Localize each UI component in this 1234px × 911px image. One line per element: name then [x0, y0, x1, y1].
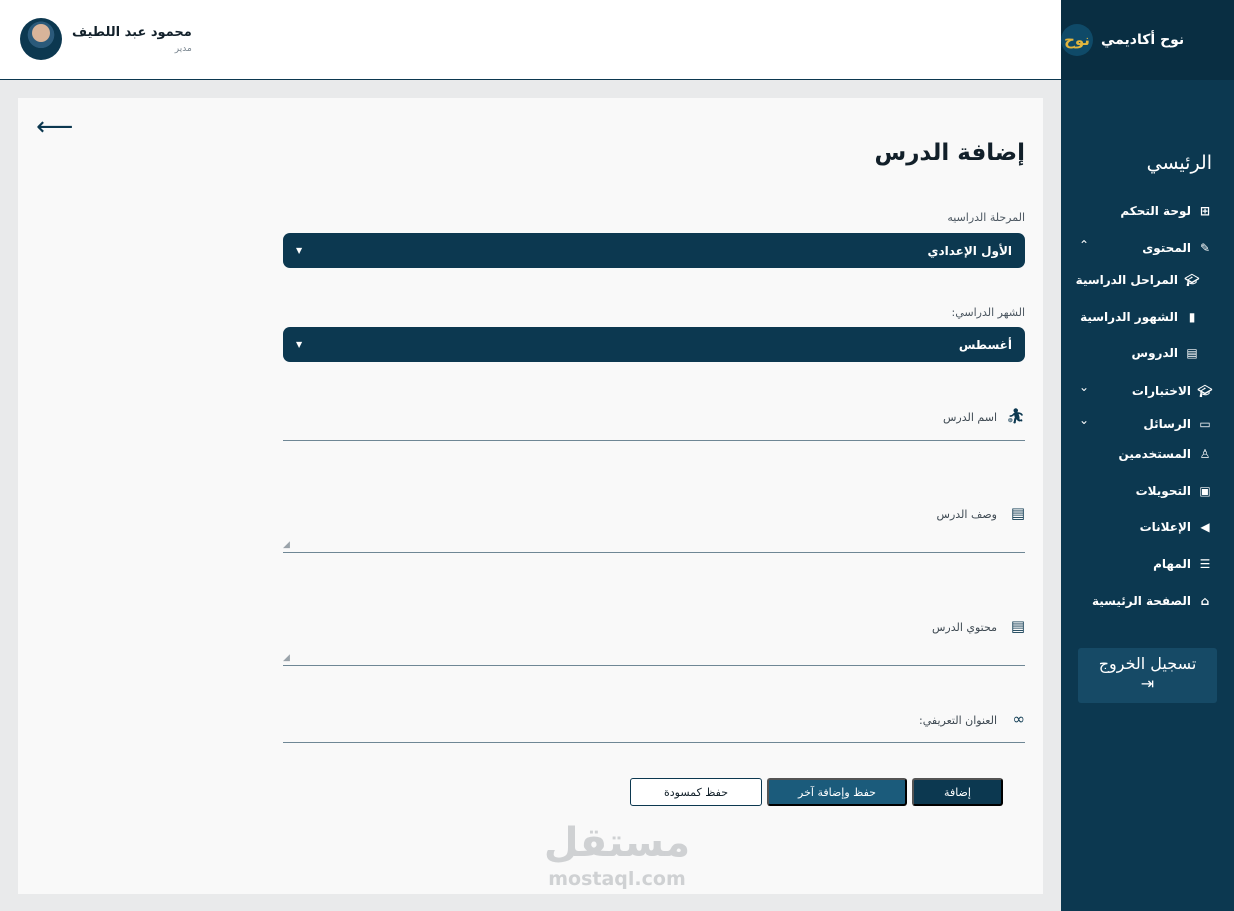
sidebar-item-users[interactable]: ♙ المستخدمين — [1119, 447, 1212, 461]
grid-icon: ⊞ — [1199, 204, 1211, 218]
sidebar-item-label: الدروس — [1131, 346, 1178, 360]
sidebar-item-exams[interactable]: 🎓︎ الاختبارات — [1131, 384, 1213, 398]
sidebar-item-content[interactable]: ✎ المحتوى — [1142, 241, 1212, 255]
sidebar-item-ads[interactable]: ◀ الإعلانات — [1140, 520, 1212, 534]
brand-logo-icon: نوح — [1061, 24, 1093, 56]
bookmark-icon: ▮ — [1188, 310, 1196, 324]
message-icon: ▭ — [1199, 417, 1211, 431]
watermark-arabic: مستقل — [543, 820, 691, 866]
stage-value: الأول الإعدادي — [927, 243, 1012, 258]
resize-handle-icon[interactable]: ◢ — [283, 540, 290, 550]
month-value: أغسطس — [958, 337, 1012, 352]
link-icon: ∞ — [1012, 710, 1026, 728]
sidebar-item-label: المحتوى — [1142, 241, 1191, 255]
chevron-up-icon[interactable]: ⌃ — [1079, 238, 1089, 252]
url-field[interactable]: ∞ العنوان التعريفي: — [283, 706, 1025, 743]
sidebar-item-label: الرسائل — [1143, 417, 1191, 431]
lesson-name-field[interactable]: ⛹︎ اسم الدرس — [283, 403, 1025, 441]
user-role: مدير — [174, 43, 192, 54]
sidebar-item-dashboard[interactable]: ⊞ لوحة التحكم — [1120, 204, 1212, 218]
sidebar: نوح أكاديمي نوح الرئيسي ⊞ لوحة التحكم ✎ … — [1061, 0, 1234, 911]
lesson-description-label: وصف الدرس — [936, 508, 997, 521]
avatar[interactable] — [20, 18, 62, 60]
brand-name: نوح أكاديمي — [1101, 32, 1185, 48]
stage-select[interactable]: الأول الإعدادي ▼ — [283, 233, 1025, 268]
file-icon: ▤ — [1010, 617, 1025, 635]
stage-label: المرحلة الدراسيه — [947, 211, 1025, 224]
logout-button[interactable]: تسجيل الخروج ⇥ — [1078, 648, 1217, 703]
sidebar-home-heading[interactable]: الرئيسي — [1147, 152, 1212, 174]
sidebar-item-lessons[interactable]: ▤ الدروس — [1132, 346, 1199, 360]
tasks-icon: ☰ — [1199, 557, 1211, 571]
presentation-icon: ⛹︎ — [1005, 407, 1025, 425]
user-icon: ♙ — [1199, 447, 1211, 461]
lesson-description-field[interactable]: ▤ وصف الدرس ◢ — [283, 500, 1025, 553]
sidebar-item-tasks[interactable]: ☰ المهام — [1153, 557, 1212, 571]
logout-label: تسجيل الخروج — [1098, 654, 1197, 673]
sidebar-item-messages[interactable]: ▭ الرسائل — [1143, 417, 1212, 431]
sidebar-item-months[interactable]: ▮ الشهور الدراسية — [1080, 310, 1199, 324]
sidebar-item-label: لوحة التحكم — [1120, 204, 1191, 218]
save-and-add-another-button[interactable]: حفظ وإضافة آخر — [767, 778, 907, 806]
month-label: الشهر الدراسي: — [951, 306, 1026, 319]
chevron-down-icon[interactable]: ⌄ — [1079, 413, 1089, 427]
sidebar-item-homepage[interactable]: ⌂ الصفحة الرئيسية — [1092, 594, 1212, 608]
url-label: العنوان التعريفي: — [919, 714, 997, 727]
top-header: محمود عبد اللطيف مدير — [0, 0, 1061, 80]
pencil-icon: ✎ — [1199, 241, 1211, 255]
lesson-name-label: اسم الدرس — [942, 411, 997, 424]
watermark: مستقل mostaql.com — [542, 818, 692, 890]
month-select[interactable]: أغسطس ▼ — [283, 327, 1025, 362]
watermark-url: mostaql.com — [548, 868, 686, 890]
sidebar-item-label: الاختبارات — [1131, 384, 1191, 398]
sidebar-item-stages[interactable]: 🎓︎ المراحل الدراسية — [1075, 273, 1200, 287]
add-lesson-card: ⟵ إضافة الدرس المرحلة الدراسيه الأول الإ… — [18, 98, 1043, 894]
graduation-cap-icon: 🎓︎ — [1184, 273, 1200, 287]
lesson-content-label: محتوي الدرس — [931, 621, 997, 634]
resize-handle-icon[interactable]: ◢ — [283, 653, 290, 663]
sidebar-item-label: الإعلانات — [1139, 520, 1191, 534]
money-icon: ▣ — [1199, 484, 1211, 498]
home-icon: ⌂ — [1200, 594, 1210, 608]
back-arrow-icon[interactable]: ⟵ — [36, 112, 73, 142]
sidebar-item-label: التحويلات — [1135, 484, 1191, 498]
add-button[interactable]: إضافة — [912, 778, 1003, 806]
sidebar-item-label: الشهور الدراسية — [1080, 310, 1178, 324]
sign-in-icon: ⇥ — [1140, 674, 1155, 693]
sidebar-item-transfers[interactable]: ▣ التحويلات — [1136, 484, 1212, 498]
chevron-down-icon[interactable]: ⌄ — [1079, 380, 1089, 394]
caret-down-icon: ▼ — [296, 340, 303, 349]
megaphone-icon: ◀ — [1200, 520, 1210, 534]
brand[interactable]: نوح أكاديمي نوح — [1061, 0, 1234, 80]
sidebar-item-label: المراحل الدراسية — [1075, 273, 1178, 287]
user-name: محمود عبد اللطيف — [72, 24, 192, 40]
user-info: محمود عبد اللطيف مدير — [72, 25, 192, 54]
lesson-content-field[interactable]: ▤ محتوي الدرس ◢ — [283, 613, 1025, 666]
file-icon: ▤ — [1010, 504, 1025, 522]
caret-down-icon: ▼ — [296, 246, 303, 255]
sidebar-item-label: المستخدمين — [1118, 447, 1191, 461]
user-profile[interactable]: محمود عبد اللطيف مدير — [20, 18, 192, 60]
page-title: إضافة الدرس — [874, 140, 1025, 166]
save-as-draft-button[interactable]: حفظ كمسودة — [630, 778, 762, 806]
file-icon: ▤ — [1186, 346, 1198, 360]
sidebar-item-label: المهام — [1153, 557, 1191, 571]
graduation-cap-icon: 🎓︎ — [1197, 384, 1213, 398]
sidebar-item-label: الصفحة الرئيسية — [1091, 594, 1191, 608]
